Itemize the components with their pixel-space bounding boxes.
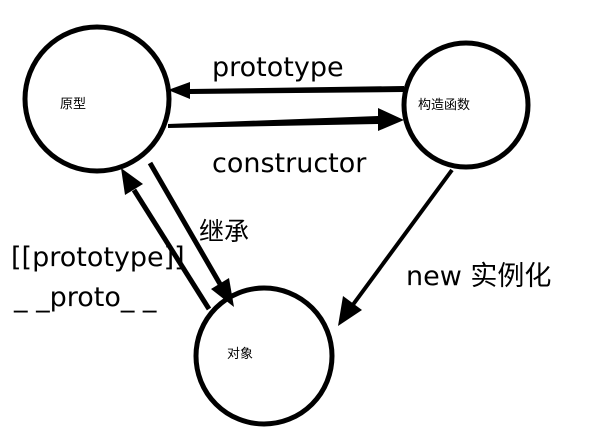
label-inherit: 继承 xyxy=(199,217,249,246)
arrow-prototype xyxy=(168,82,404,99)
node-prototype-label: 原型 xyxy=(60,97,86,112)
node-object-label: 对象 xyxy=(227,347,253,362)
label-instantiate: new 实例化 xyxy=(406,261,551,292)
label-proto-line2: _ _proto_ _ xyxy=(13,282,157,313)
node-constructor: 构造函数 xyxy=(401,40,531,170)
node-object-circle xyxy=(193,285,335,427)
prototype-chain-diagram: 原型 构造函数 对象 prototype constructor 继承 new … xyxy=(11,24,551,427)
arrow-constructor-shape xyxy=(168,108,404,131)
node-prototype: 原型 xyxy=(22,24,172,174)
node-object: 对象 xyxy=(193,285,335,427)
node-constructor-label: 构造函数 xyxy=(418,98,470,113)
arrow-proto-head xyxy=(121,168,143,195)
label-constructor: constructor xyxy=(212,148,367,179)
arrow-prototype-shape xyxy=(168,82,404,99)
arrow-instantiate xyxy=(338,168,454,326)
label-proto-line1: [[prototype]] xyxy=(11,242,185,273)
node-prototype-circle xyxy=(22,24,172,174)
label-prototype: prototype xyxy=(212,52,344,83)
arrow-constructor xyxy=(168,108,404,131)
